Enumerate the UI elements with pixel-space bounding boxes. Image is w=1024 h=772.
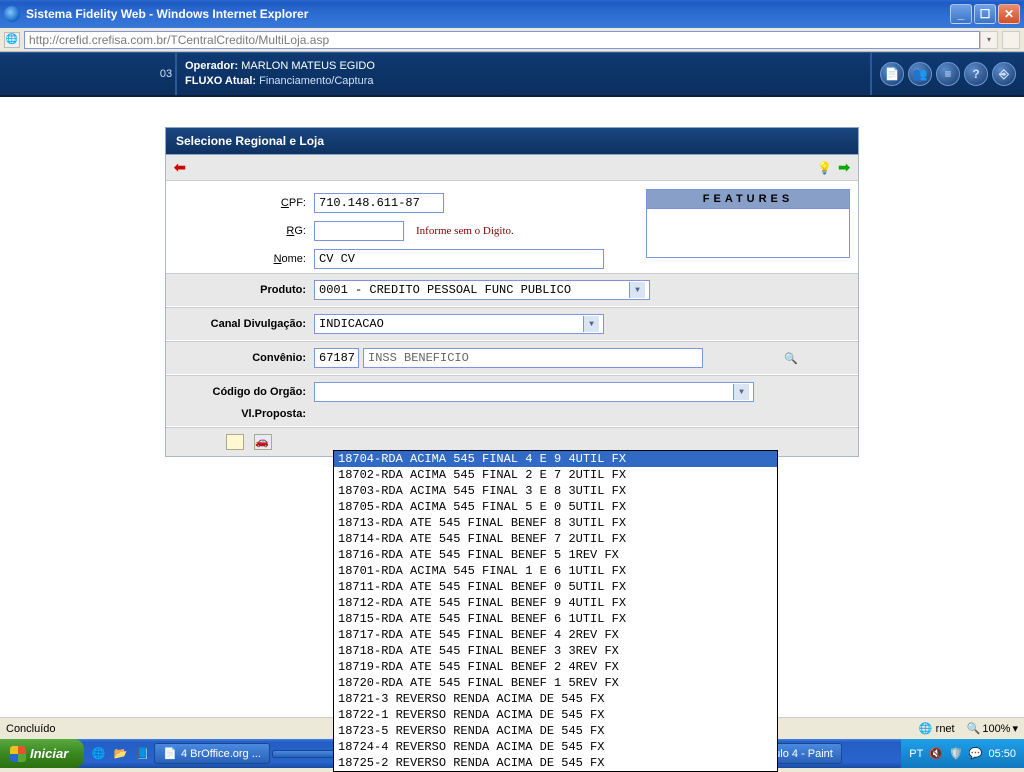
users-icon[interactable]: 👥 bbox=[908, 62, 932, 86]
forward-arrow-icon[interactable]: ➡ bbox=[838, 159, 850, 176]
dropdown-option[interactable]: 18716-RDA ATE 545 FINAL BENEF 5 1REV FX bbox=[334, 547, 777, 563]
chevron-down-icon: ▼ bbox=[629, 282, 645, 298]
codigo-orgao-select[interactable]: ▼ bbox=[314, 382, 754, 402]
codigo-orgao-label: Código do Orgão: bbox=[174, 386, 314, 398]
window-titlebar: Sistema Fidelity Web - Windows Internet … bbox=[0, 0, 1024, 28]
dropdown-option[interactable]: 18722-1 REVERSO RENDA ACIMA DE 545 FX bbox=[334, 707, 777, 723]
back-arrow-icon[interactable]: ⬅ bbox=[174, 159, 186, 176]
nav-row: ⬅ 💡 ➡ bbox=[166, 155, 858, 181]
dropdown-option[interactable]: 18715-RDA ATE 545 FINAL BENEF 6 1UTIL FX bbox=[334, 611, 777, 627]
zoom-control[interactable]: 🔍 100% ▾ bbox=[967, 722, 1018, 735]
features-body bbox=[647, 209, 849, 257]
status-zone: 🌐 rnet bbox=[919, 722, 955, 735]
start-label: Iniciar bbox=[30, 746, 68, 761]
close-button[interactable]: ✕ bbox=[998, 4, 1020, 24]
quicklaunch-icon[interactable]: 📘 bbox=[132, 744, 152, 764]
dropdown-option[interactable]: 18720-RDA ATE 545 FINAL BENEF 1 5REV FX bbox=[334, 675, 777, 691]
ie-logo-icon bbox=[4, 6, 20, 22]
rg-input[interactable] bbox=[314, 221, 404, 241]
canal-value: INDICACAO bbox=[319, 317, 384, 331]
tray-icon[interactable]: 🔇 bbox=[929, 747, 943, 760]
panel-title: Selecione Regional e Loja bbox=[165, 127, 859, 155]
dropdown-option[interactable]: 18712-RDA ATE 545 FINAL BENEF 9 4UTIL FX bbox=[334, 595, 777, 611]
status-text: Concluído bbox=[6, 723, 56, 735]
operator-label: Operador: bbox=[185, 60, 238, 72]
codigo-orgao-dropdown[interactable]: 18704-RDA ACIMA 545 FINAL 4 E 9 4UTIL FX… bbox=[333, 450, 778, 772]
dropdown-option[interactable]: 18701-RDA ACIMA 545 FINAL 1 E 6 1UTIL FX bbox=[334, 563, 777, 579]
dropdown-option[interactable]: 18724-4 REVERSO RENDA ACIMA DE 545 FX bbox=[334, 739, 777, 755]
help-icon[interactable]: ? bbox=[964, 62, 988, 86]
app-header: 03 Operador: MARLON MATEUS EGIDO FLUXO A… bbox=[0, 52, 1024, 97]
header-number: 03 bbox=[157, 53, 177, 95]
tray-icon[interactable]: 💬 bbox=[969, 747, 983, 760]
features-box: FEATURES bbox=[646, 189, 850, 258]
dropdown-option[interactable]: 18717-RDA ATE 545 FINAL BENEF 4 2REV FX bbox=[334, 627, 777, 643]
convenio-code-input[interactable] bbox=[314, 348, 359, 368]
canal-label: Canal Divulgação: bbox=[174, 318, 314, 330]
bulb-icon[interactable]: 💡 bbox=[817, 161, 832, 175]
page-icon: 🌐 bbox=[4, 32, 20, 48]
operator-value: MARLON MATEUS EGIDO bbox=[241, 60, 375, 72]
dropdown-option[interactable]: 18704-RDA ACIMA 545 FINAL 4 E 9 4UTIL FX bbox=[334, 451, 777, 467]
start-button[interactable]: Iniciar bbox=[0, 739, 84, 768]
taskbar-item[interactable]: 📄 4 BrOffice.org ... bbox=[154, 743, 270, 764]
quicklaunch-icon[interactable]: 📂 bbox=[110, 744, 130, 764]
fluxo-value: Financiamento/Captura bbox=[259, 75, 373, 87]
dropdown-option[interactable]: 18711-RDA ATE 545 FINAL BENEF 0 5UTIL FX bbox=[334, 579, 777, 595]
nome-input[interactable] bbox=[314, 249, 604, 269]
cpf-label: CPF: bbox=[174, 197, 314, 209]
fluxo-label: FLUXO Atual: bbox=[185, 75, 256, 87]
dropdown-option[interactable]: 18719-RDA ATE 545 FINAL BENEF 2 4REV FX bbox=[334, 659, 777, 675]
dropdown-option[interactable]: 18703-RDA ACIMA 545 FINAL 3 E 8 3UTIL FX bbox=[334, 483, 777, 499]
canal-select[interactable]: INDICACAO ▼ bbox=[314, 314, 604, 334]
clock[interactable]: 05:50 bbox=[988, 748, 1016, 760]
minimize-button[interactable]: _ bbox=[950, 4, 972, 24]
language-indicator[interactable]: PT bbox=[909, 748, 923, 760]
quicklaunch-icon[interactable]: 🌐 bbox=[88, 744, 108, 764]
dropdown-option[interactable]: 18702-RDA ACIMA 545 FINAL 2 E 7 2UTIL FX bbox=[334, 467, 777, 483]
features-header: FEATURES bbox=[647, 190, 849, 209]
convenio-desc bbox=[363, 348, 703, 368]
dropdown-option[interactable]: 18721-3 REVERSO RENDA ACIMA DE 545 FX bbox=[334, 691, 777, 707]
dropdown-option[interactable]: 18713-RDA ATE 545 FINAL BENEF 8 3UTIL FX bbox=[334, 515, 777, 531]
maximize-button[interactable]: ☐ bbox=[974, 4, 996, 24]
nome-label: Nome: bbox=[174, 253, 314, 265]
header-info: Operador: MARLON MATEUS EGIDO FLUXO Atua… bbox=[177, 53, 872, 95]
dropdown-option[interactable]: 18705-RDA ACIMA 545 FINAL 5 E 0 5UTIL FX bbox=[334, 499, 777, 515]
exit-icon[interactable]: ⎆ bbox=[992, 62, 1016, 86]
address-input[interactable]: http://crefid.crefisa.com.br/TCentralCre… bbox=[24, 31, 980, 49]
tray-icon[interactable]: 🛡️ bbox=[949, 747, 963, 760]
doc-icon[interactable]: 📄 bbox=[880, 62, 904, 86]
search-icon[interactable]: 🔍 bbox=[783, 350, 799, 366]
calculator-icon[interactable] bbox=[226, 434, 244, 450]
vl-proposta-label: Vl.Proposta: bbox=[174, 408, 314, 420]
address-bar: 🌐 http://crefid.crefisa.com.br/TCentralC… bbox=[0, 28, 1024, 52]
car-icon[interactable]: 🚗 bbox=[254, 434, 272, 450]
produto-select[interactable]: 0001 - CREDITO PESSOAL FUNC PUBLICO ▼ bbox=[314, 280, 650, 300]
header-toolbar: 📄 👥 ≡ ? ⎆ bbox=[872, 53, 1024, 95]
chevron-down-icon: ▼ bbox=[583, 316, 599, 332]
produto-label: Produto: bbox=[174, 284, 314, 296]
rg-hint: Informe sem o Digito. bbox=[416, 225, 514, 237]
favorites-icon[interactable] bbox=[1002, 31, 1020, 49]
cpf-input[interactable] bbox=[314, 193, 444, 213]
address-dropdown-button[interactable]: ▾ bbox=[980, 31, 998, 49]
convenio-label: Convênio: bbox=[174, 352, 314, 364]
system-tray: PT 🔇 🛡️ 💬 05:50 bbox=[901, 739, 1024, 768]
dropdown-option[interactable]: 18714-RDA ATE 545 FINAL BENEF 7 2UTIL FX bbox=[334, 531, 777, 547]
windows-logo-icon bbox=[10, 746, 26, 762]
window-title: Sistema Fidelity Web - Windows Internet … bbox=[26, 7, 950, 21]
rg-label: RG: bbox=[174, 225, 314, 237]
produto-value: 0001 - CREDITO PESSOAL FUNC PUBLICO bbox=[319, 283, 571, 297]
dropdown-option[interactable]: 18725-2 REVERSO RENDA ACIMA DE 545 FX bbox=[334, 755, 777, 771]
dropdown-option[interactable]: 18723-5 REVERSO RENDA ACIMA DE 545 FX bbox=[334, 723, 777, 739]
lines-icon[interactable]: ≡ bbox=[936, 62, 960, 86]
dropdown-option[interactable]: 18718-RDA ATE 545 FINAL BENEF 3 3REV FX bbox=[334, 643, 777, 659]
chevron-down-icon: ▼ bbox=[733, 384, 749, 400]
